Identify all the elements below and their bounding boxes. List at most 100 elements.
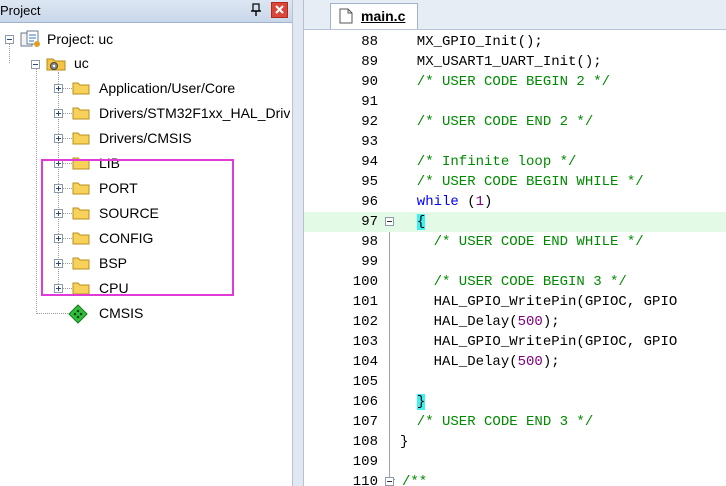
tree-item-label: Application/User/Core [99,80,236,96]
c-file-icon [339,8,353,24]
tree-item-target-uc[interactable]: uc [0,52,290,74]
line-number: 100 [352,274,378,290]
fold-toggle[interactable] [385,477,394,486]
code-line: 110 /** [304,472,726,486]
collapse-toggle[interactable] [5,35,14,44]
pin-icon[interactable] [249,3,263,17]
line-number: 108 [352,434,378,450]
folder-icon [72,132,90,145]
line-text: /* Infinite loop */ [400,154,577,170]
line-text: /* USER CODE BEGIN 3 */ [400,274,627,290]
tree-item-label: Drivers/CMSIS [99,130,192,146]
close-panel-button[interactable] [271,2,288,18]
code-line: 109 [304,452,726,472]
tree-item-group[interactable]: Drivers/STM32F1xx_HAL_Drive [0,102,290,124]
line-number: 93 [361,134,378,150]
line-number: 106 [352,394,378,410]
project-panel-titlebar: Project [0,0,292,23]
project-panel-title: Project [0,3,41,18]
code-line: 91 [304,92,726,112]
code-line: 98 /* USER CODE END WHILE */ [304,232,726,252]
code-line: 90 /* USER CODE BEGIN 2 */ [304,72,726,92]
tree-item-group[interactable]: Drivers/CMSIS [0,127,290,149]
line-text-brace: } [416,394,426,410]
collapse-toggle[interactable] [31,60,40,69]
code-line: 107 /* USER CODE END 3 */ [304,412,726,432]
code-line: 104 HAL_Delay(500); [304,352,726,372]
code-line: 92 /* USER CODE END 2 */ [304,112,726,132]
line-number: 101 [352,294,378,310]
fold-toggle[interactable] [385,217,394,226]
line-text: /** [402,474,428,486]
code-line: 100 /* USER CODE BEGIN 3 */ [304,272,726,292]
project-icon [20,30,40,47]
component-diamond-icon [68,304,88,324]
line-number: 98 [361,234,378,250]
line-number: 88 [361,34,378,50]
line-number: 95 [361,174,378,190]
code-line: 103 HAL_GPIO_WritePin(GPIOC, GPIO [304,332,726,352]
line-number: 92 [361,114,378,130]
project-panel: Project Project: uc uc Application/User/… [0,0,292,486]
code-line: 95 /* USER CODE BEGIN WHILE */ [304,172,726,192]
code-line: 88 MX_GPIO_Init(); [304,32,726,52]
line-number: 96 [361,194,378,210]
highlight-annotation-box [41,159,234,296]
code-line: 105 [304,372,726,392]
line-text: /* USER CODE BEGIN 2 */ [400,74,611,90]
tree-item-label: Drivers/STM32F1xx_HAL_Drive [99,105,290,121]
line-number: 97 [361,214,378,230]
line-number: 89 [361,54,378,70]
line-number: 91 [361,94,378,110]
expand-toggle[interactable] [54,109,63,118]
line-number: 94 [361,154,378,170]
code-line: 108 } [304,432,726,452]
line-text: HAL_GPIO_WritePin(GPIOC, GPIO [400,294,678,310]
line-text: HAL_GPIO_WritePin(GPIOC, GPIO [400,334,678,350]
line-text: /* USER CODE END 3 */ [400,414,594,430]
code-line: 89 MX_USART1_UART_Init(); [304,52,726,72]
code-line: 102 HAL_Delay(500); [304,312,726,332]
code-line: 99 [304,252,726,272]
line-text-delay: HAL_Delay(500); [400,354,560,370]
line-text: } [400,434,409,450]
code-line: 96 while (1) [304,192,726,212]
tree-item-component-cmsis[interactable]: CMSIS [0,302,290,324]
line-number: 99 [361,254,378,270]
line-text-delay: HAL_Delay(500); [400,314,560,330]
tree-item-label: Project: uc [47,31,114,47]
tab-label: main.c [361,8,406,24]
line-text-while: while (1) [400,194,493,210]
expand-toggle[interactable] [54,134,63,143]
expand-toggle[interactable] [54,84,63,93]
code-line: 93 [304,132,726,152]
line-text: MX_GPIO_Init(); [400,34,543,50]
line-text: /* USER CODE END WHILE */ [400,234,644,250]
tree-item-group[interactable]: Application/User/Core [0,77,290,99]
line-text: /* USER CODE END 2 */ [400,114,594,130]
line-number: 107 [352,414,378,430]
tree-item-project-root[interactable]: Project: uc [0,28,290,50]
tab-main-c[interactable]: main.c [330,3,418,29]
close-icon [275,5,284,14]
line-text: /* USER CODE BEGIN WHILE */ [400,174,644,190]
code-line: 106 } [304,392,726,412]
editor-tab-strip: main.c [304,0,726,30]
tree-item-label: CMSIS [99,305,144,321]
target-folder-icon [46,58,66,71]
line-number: 90 [361,74,378,90]
panel-splitter[interactable] [292,0,304,486]
code-line: 101 HAL_GPIO_WritePin(GPIOC, GPIO [304,292,726,312]
folder-icon [72,82,90,95]
tree-item-label: uc [74,55,89,71]
line-number: 110 [352,474,378,486]
line-number: 109 [352,454,378,470]
line-number: 105 [352,374,378,390]
line-text: MX_USART1_UART_Init(); [400,54,602,70]
code-line: 94 /* Infinite loop */ [304,152,726,172]
line-number: 103 [352,334,378,350]
code-line-current: 97 { [304,212,726,232]
line-number: 102 [352,314,378,330]
code-editor[interactable]: 88 MX_GPIO_Init(); 89 MX_USART1_UART_Ini… [304,30,726,486]
line-text-brace: { [416,214,426,230]
